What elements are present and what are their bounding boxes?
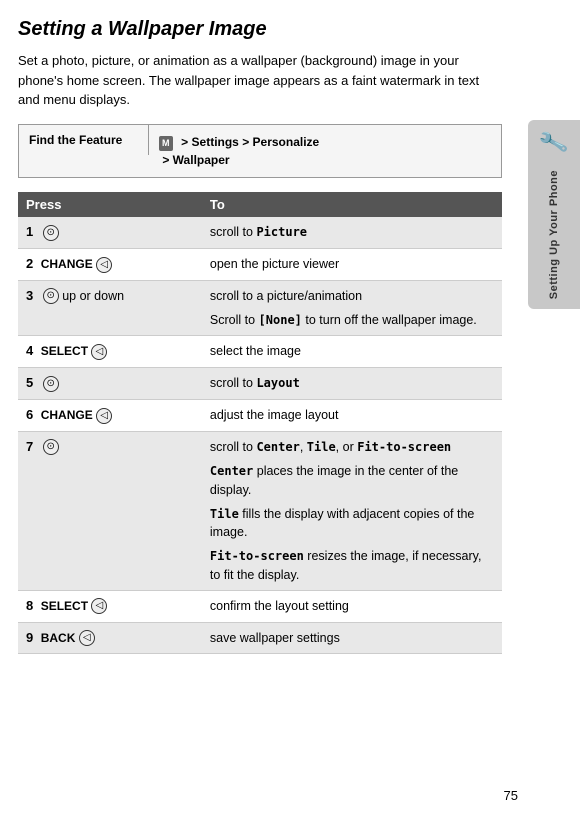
- table-row: 2 CHANGE ◁ open the picture viewer: [18, 248, 502, 280]
- press-cell: 3 ⊙ up or down: [18, 280, 202, 336]
- page-title: Setting a Wallpaper Image: [18, 18, 502, 41]
- back-icon: ◁: [79, 630, 95, 646]
- press-cell: 4 SELECT ◁: [18, 336, 202, 368]
- press-cell: 5 ⊙: [18, 368, 202, 400]
- table-row: 8 SELECT ◁ confirm the layout setting: [18, 590, 502, 622]
- press-cell: 2 CHANGE ◁: [18, 248, 202, 280]
- change-icon: ◁: [96, 408, 112, 424]
- table-header-row: Press To: [18, 192, 502, 217]
- to-cell: scroll to Center, Tile, or Fit-to-screen…: [202, 431, 502, 590]
- table-row: 6 CHANGE ◁ adjust the image layout: [18, 399, 502, 431]
- table-row: 3 ⊙ up or down scroll to a picture/anima…: [18, 280, 502, 336]
- press-cell: 6 CHANGE ◁: [18, 399, 202, 431]
- press-cell: 7 ⊙: [18, 431, 202, 590]
- intro-text: Set a photo, picture, or animation as a …: [18, 51, 502, 110]
- select-icon: ◁: [91, 344, 107, 360]
- nav-circle-icon: ⊙: [43, 225, 59, 241]
- menu-icon: M: [159, 136, 173, 152]
- to-cell: scroll to a picture/animation Scroll to …: [202, 280, 502, 336]
- col-to-header: To: [202, 192, 502, 217]
- table-row: 1 ⊙ scroll to Picture: [18, 217, 502, 248]
- press-cell: 1 ⊙: [18, 217, 202, 248]
- to-cell: adjust the image layout: [202, 399, 502, 431]
- table-row: 4 SELECT ◁ select the image: [18, 336, 502, 368]
- find-feature-box: Find the Feature M > Settings > Personal…: [18, 124, 502, 179]
- find-feature-label: Find the Feature: [19, 125, 149, 155]
- press-cell: 8 SELECT ◁: [18, 590, 202, 622]
- to-cell: open the picture viewer: [202, 248, 502, 280]
- col-press-header: Press: [18, 192, 202, 217]
- page-number: 75: [504, 788, 518, 803]
- to-cell: select the image: [202, 336, 502, 368]
- select-icon: ◁: [91, 598, 107, 614]
- to-cell: confirm the layout setting: [202, 590, 502, 622]
- table-row: 7 ⊙ scroll to Center, Tile, or Fit-to-sc…: [18, 431, 502, 590]
- table-row: 9 BACK ◁ save wallpaper settings: [18, 622, 502, 654]
- nav-circle-icon: ⊙: [43, 288, 59, 304]
- table-row: 5 ⊙ scroll to Layout: [18, 368, 502, 400]
- find-feature-path: > Settings > Personalize > Wallpaper: [159, 135, 319, 168]
- change-icon: ◁: [96, 257, 112, 273]
- nav-circle-icon: ⊙: [43, 439, 59, 455]
- press-cell: 9 BACK ◁: [18, 622, 202, 654]
- nav-circle-icon: ⊙: [43, 376, 59, 392]
- steps-table: Press To 1 ⊙ scroll to Picture: [18, 192, 502, 654]
- to-cell: scroll to Layout: [202, 368, 502, 400]
- to-cell: scroll to Picture: [202, 217, 502, 248]
- to-cell: save wallpaper settings: [202, 622, 502, 654]
- find-feature-value: M > Settings > Personalize > Wallpaper: [149, 125, 329, 178]
